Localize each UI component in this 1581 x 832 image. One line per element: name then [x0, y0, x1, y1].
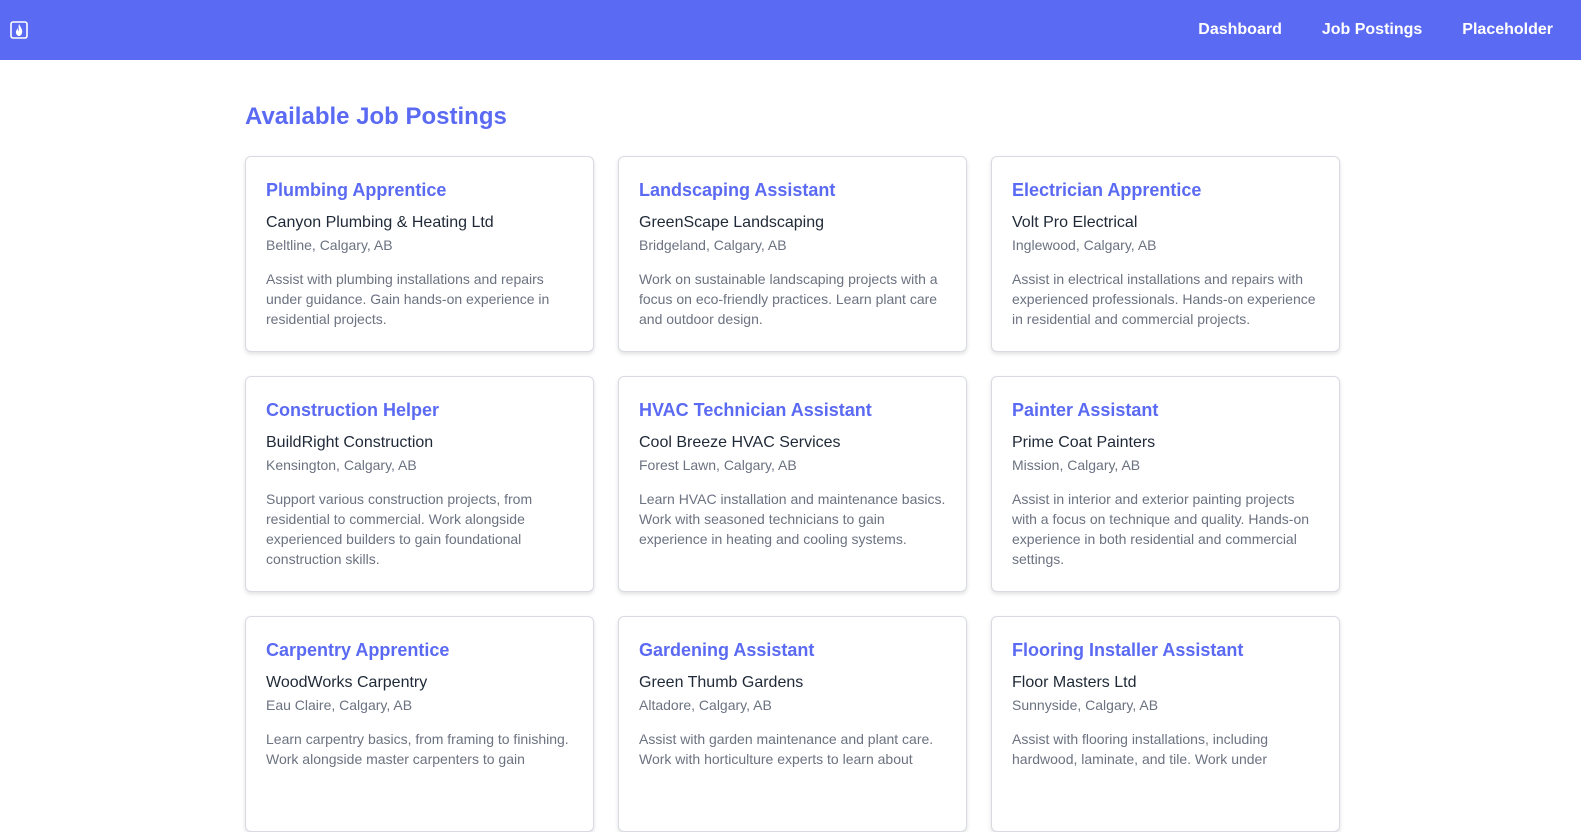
job-title[interactable]: Gardening Assistant — [639, 639, 946, 661]
job-title[interactable]: HVAC Technician Assistant — [639, 399, 946, 421]
nav-link-placeholder[interactable]: Placeholder — [1462, 21, 1553, 39]
company-name: Volt Pro Electrical — [1012, 214, 1138, 231]
job-card[interactable]: Carpentry Apprentice WoodWorks Carpentry… — [245, 616, 594, 832]
company-name: Cool Breeze HVAC Services — [639, 434, 841, 451]
job-location: Bridgeland, Calgary, AB — [639, 237, 787, 253]
job-location: Forest Lawn, Calgary, AB — [639, 457, 797, 473]
job-card[interactable]: Electrician Apprentice Volt Pro Electric… — [991, 156, 1340, 352]
job-card[interactable]: Construction Helper BuildRight Construct… — [245, 376, 594, 592]
job-description: Assist in interior and exterior painting… — [1012, 491, 1310, 567]
job-location: Kensington, Calgary, AB — [266, 457, 417, 473]
job-card[interactable]: Painter Assistant Prime Coat Painters Mi… — [991, 376, 1340, 592]
company-name: BuildRight Construction — [266, 434, 434, 451]
company-name: Floor Masters Ltd — [1012, 674, 1137, 691]
job-location: Beltline, Calgary, AB — [266, 237, 393, 253]
job-title[interactable]: Plumbing Apprentice — [266, 179, 573, 201]
job-description: Learn carpentry basics, from framing to … — [266, 731, 569, 767]
job-location: Sunnyside, Calgary, AB — [1012, 697, 1159, 713]
nav-link-job-postings[interactable]: Job Postings — [1322, 21, 1422, 39]
job-location: Eau Claire, Calgary, AB — [266, 697, 413, 713]
job-description: Assist with flooring installations, incl… — [1012, 731, 1269, 767]
job-title[interactable]: Landscaping Assistant — [639, 179, 946, 201]
job-postings-grid: Plumbing Apprentice Canyon Plumbing & He… — [245, 156, 1340, 832]
company-name: Green Thumb Gardens — [639, 674, 804, 691]
job-description: Learn HVAC installation and maintenance … — [639, 491, 946, 547]
job-location: Altadore, Calgary, AB — [639, 697, 772, 713]
nav-links: Dashboard Job Postings Placeholder — [1158, 21, 1553, 39]
company-name: GreenScape Landscaping — [639, 214, 825, 231]
job-title[interactable]: Construction Helper — [266, 399, 573, 421]
job-title[interactable]: Carpentry Apprentice — [266, 639, 573, 661]
job-card[interactable]: Plumbing Apprentice Canyon Plumbing & He… — [245, 156, 594, 352]
company-name: WoodWorks Carpentry — [266, 674, 428, 691]
nav-link-dashboard[interactable]: Dashboard — [1198, 21, 1282, 39]
job-description: Assist with garden maintenance and plant… — [639, 731, 934, 767]
page-title: Available Job Postings — [245, 103, 507, 130]
main-content: Available Job Postings Plumbing Apprenti… — [245, 60, 1340, 832]
job-description: Support various construction projects, f… — [266, 491, 533, 567]
job-card[interactable]: Landscaping Assistant GreenScape Landsca… — [618, 156, 967, 352]
job-card[interactable]: Gardening Assistant Green Thumb Gardens … — [618, 616, 967, 832]
job-title[interactable]: Electrician Apprentice — [1012, 179, 1319, 201]
job-description: Assist in electrical installations and r… — [1012, 271, 1316, 327]
job-title[interactable]: Flooring Installer Assistant — [1012, 639, 1319, 661]
job-description: Assist with plumbing installations and r… — [266, 271, 550, 327]
company-name: Canyon Plumbing & Heating Ltd — [266, 214, 494, 231]
company-name: Prime Coat Painters — [1012, 434, 1156, 451]
job-card[interactable]: Flooring Installer Assistant Floor Maste… — [991, 616, 1340, 832]
job-location: Inglewood, Calgary, AB — [1012, 237, 1157, 253]
job-location: Mission, Calgary, AB — [1012, 457, 1141, 473]
job-title[interactable]: Painter Assistant — [1012, 399, 1319, 421]
flame-logo-icon[interactable] — [10, 21, 28, 39]
job-description: Work on sustainable landscaping projects… — [639, 271, 938, 327]
job-card[interactable]: HVAC Technician Assistant Cool Breeze HV… — [618, 376, 967, 592]
top-navbar: Dashboard Job Postings Placeholder — [0, 0, 1581, 60]
